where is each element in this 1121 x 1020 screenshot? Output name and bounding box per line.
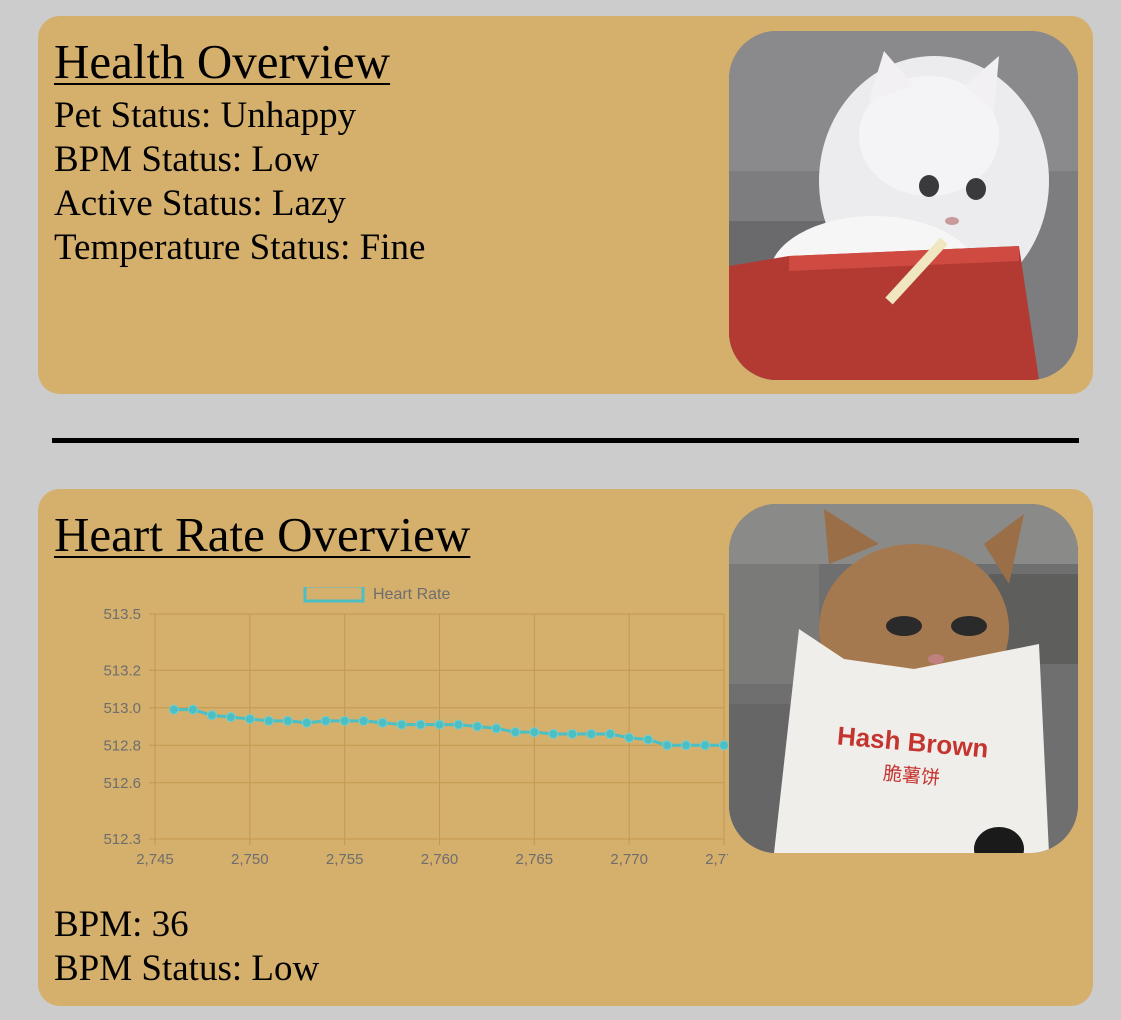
y-tick-label: 513.5 [103, 606, 141, 623]
y-tick-label: 513.2 [103, 662, 141, 679]
x-tick-label: 2,770 [610, 851, 648, 868]
heart-rate-point [415, 719, 426, 730]
heart-rate-point [244, 714, 255, 724]
heart-rate-point [206, 710, 217, 721]
y-tick-label: 512.3 [103, 831, 141, 848]
heart-rate-point [586, 729, 597, 739]
sad-kitten-photo [729, 31, 1078, 380]
heart-rate-point [681, 740, 692, 751]
pet-status: Pet Status: Unhappy [54, 95, 357, 136]
heart-rate-point [358, 715, 369, 726]
bpm-value: BPM: 36 [54, 904, 189, 945]
heart-rate-point [662, 740, 673, 751]
heart-rate-point [719, 740, 728, 751]
health-overview-card: Health Overview Pet Status: Unhappy BPM … [38, 16, 1093, 394]
heart-rate-point [624, 732, 635, 743]
x-tick-label: 2,755 [326, 851, 364, 868]
bpm-summary: BPM: 36 BPM Status: Low [54, 903, 319, 991]
heart-rate-point [320, 715, 331, 726]
heart-rate-point [510, 727, 521, 738]
heart-rate-point [472, 721, 483, 732]
x-tick-label: 2,745 [136, 851, 174, 868]
heart-rate-point [396, 719, 407, 730]
hash-brown-cat-photo: Hash Brown 脆薯饼 [729, 504, 1078, 853]
active-status: Active Status: Lazy [54, 183, 346, 224]
heart-rate-point [225, 712, 236, 723]
heart-rate-point [282, 715, 293, 726]
heart-rate-point [301, 717, 312, 728]
health-overview-title: Health Overview [54, 34, 391, 89]
heart-rate-point [339, 715, 350, 726]
heart-rate-line [173, 708, 724, 747]
y-tick-label: 513.0 [103, 700, 141, 717]
x-tick-label: 2,760 [421, 851, 459, 868]
heart-rate-point [567, 729, 578, 739]
legend-swatch [303, 587, 365, 603]
heart-rate-point [700, 740, 711, 751]
heart-rate-chart: Heart Rate 513.5 513.2 513.0 512.8 512.6 512.… [103, 587, 728, 868]
y-tick-label: 512.6 [103, 775, 141, 792]
bpm-status-line: BPM Status: Low [54, 948, 320, 989]
heart-rate-point [491, 723, 502, 734]
heart-rate-point [377, 717, 388, 728]
status-list: Pet Status: Unhappy BPM Status: Low Acti… [54, 94, 425, 270]
legend-label: Heart Rate [373, 587, 450, 603]
heart-rate-point [548, 729, 559, 739]
bpm-status: BPM Status: Low [54, 139, 320, 180]
y-tick-label: 512.8 [103, 737, 141, 754]
heart-rate-point [529, 727, 540, 738]
heart-rate-point [187, 704, 198, 715]
x-tick-label: 2,775 [705, 851, 728, 868]
temperature-status: Temperature Status: Fine [54, 227, 426, 268]
heart-rate-point [453, 719, 464, 730]
heart-rate-point [263, 715, 274, 726]
heart-rate-point [434, 719, 445, 730]
heart-rate-overview-title: Heart Rate Overview [54, 507, 471, 562]
heart-rate-point [605, 729, 616, 739]
x-tick-label: 2,765 [516, 851, 554, 868]
section-divider [52, 438, 1079, 443]
heart-rate-point [168, 704, 179, 715]
heart-rate-point [643, 734, 654, 745]
heart-rate-overview-card: Heart Rate Overview Heart Rate 513.5 513.… [38, 489, 1093, 1006]
x-tick-label: 2,750 [231, 851, 269, 868]
